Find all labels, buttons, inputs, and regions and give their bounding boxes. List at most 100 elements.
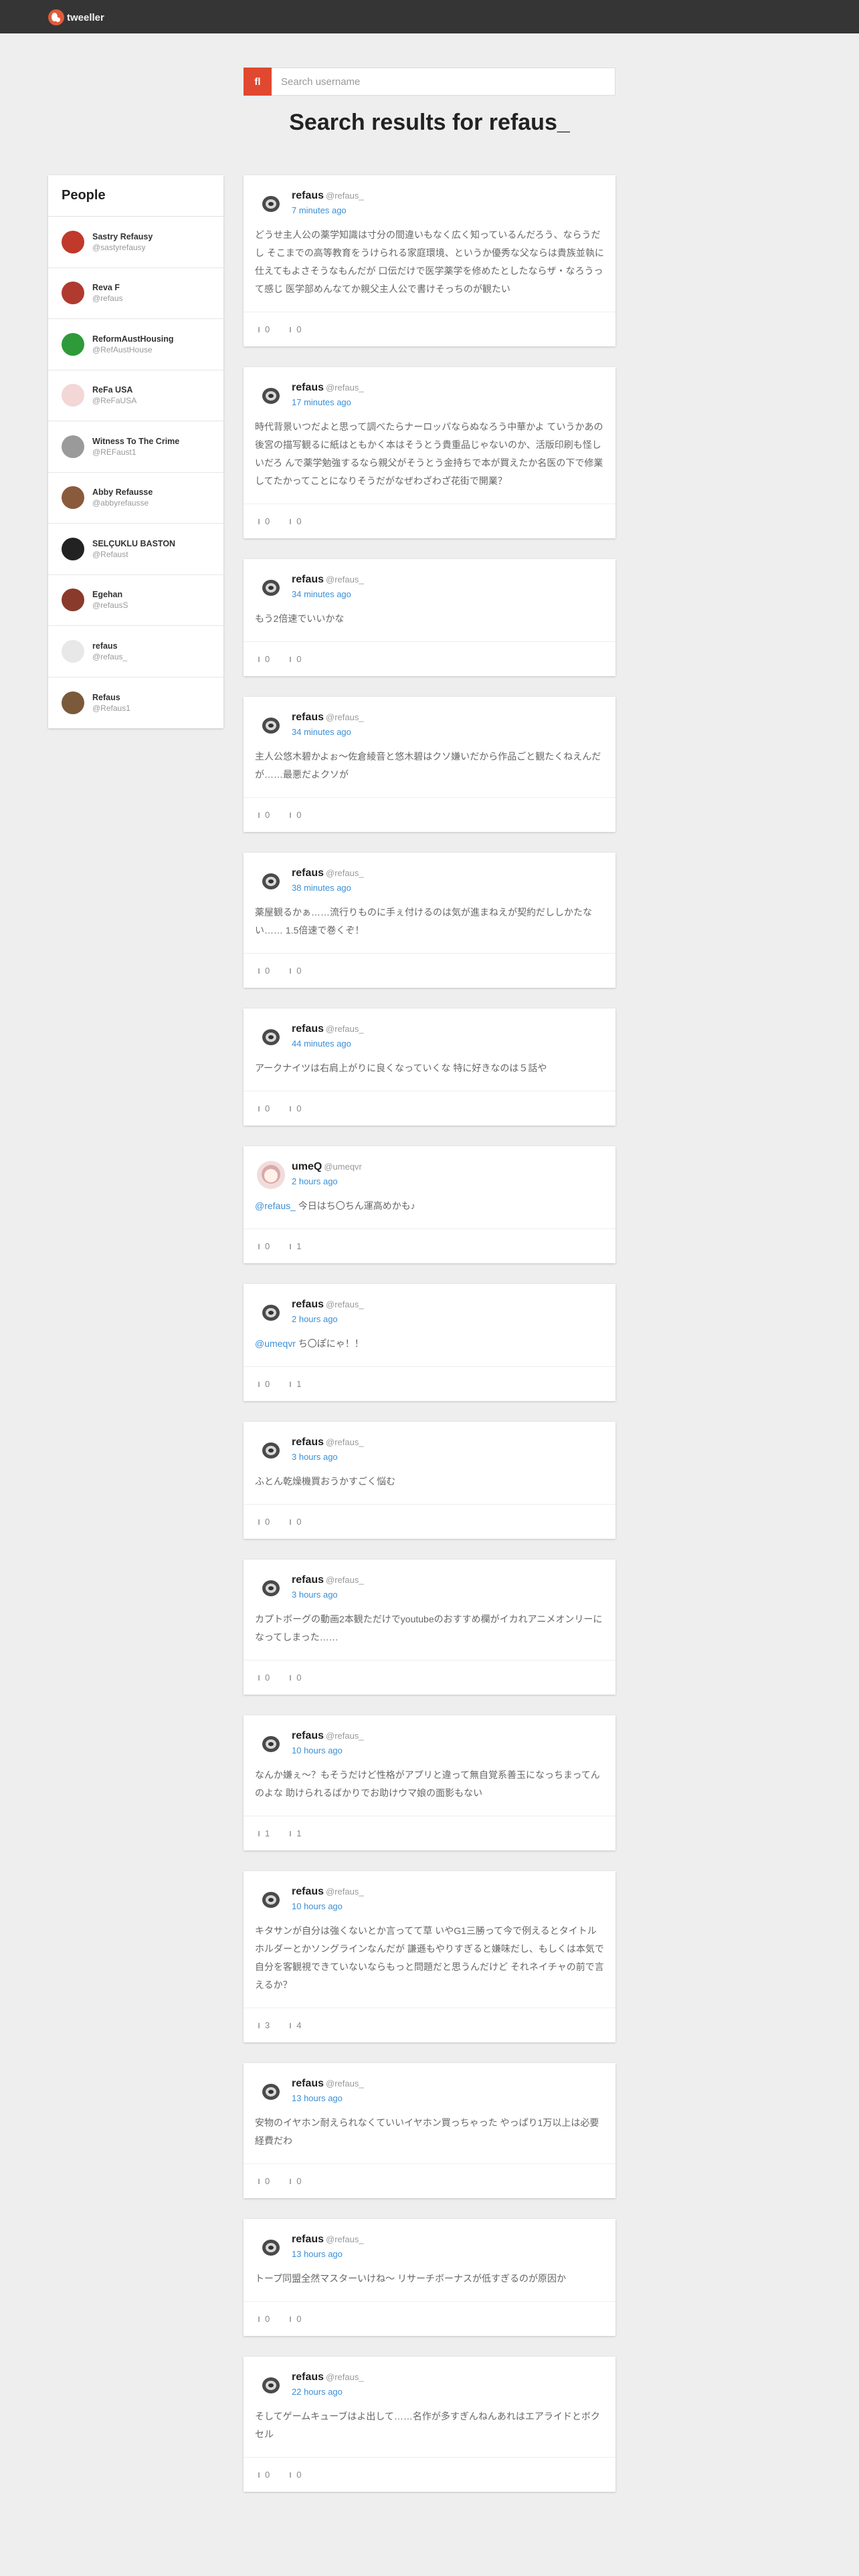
retweet-button[interactable]: 0 — [288, 516, 301, 526]
search-button[interactable]: fl — [244, 68, 272, 96]
post-timestamp[interactable]: 10 hours ago — [292, 1743, 364, 1758]
person-item[interactable]: Reva F @refaus — [48, 268, 223, 319]
like-button[interactable]: 0 — [257, 516, 270, 526]
person-item[interactable]: ReFa USA @ReFaUSA — [48, 370, 223, 421]
retweet-button[interactable]: 0 — [288, 324, 301, 334]
post-text: 主人公悠木碧かよぉ〜佐倉綾音と悠木碧はクソ嫌いだから作品ごと観たくねえんだが……… — [244, 740, 615, 797]
person-item[interactable]: Egehan @refausS — [48, 575, 223, 626]
post-author-name[interactable]: refaus — [292, 1023, 324, 1035]
retweet-button[interactable]: 0 — [288, 1673, 301, 1683]
post-author-name[interactable]: refaus — [292, 1436, 324, 1448]
person-item[interactable]: refaus @refaus_ — [48, 626, 223, 677]
retweet-button[interactable]: 0 — [288, 2470, 301, 2480]
person-item[interactable]: SELÇUKLU BASTON @Refaust — [48, 524, 223, 575]
like-button[interactable]: 1 — [257, 1828, 270, 1838]
like-button[interactable]: 0 — [257, 654, 270, 664]
avatar[interactable] — [257, 1161, 285, 1189]
retweet-button[interactable]: 4 — [288, 2020, 301, 2030]
person-item[interactable]: Sastry Refausy @sastyrefausy — [48, 217, 223, 268]
like-button[interactable]: 0 — [257, 1673, 270, 1683]
like-button[interactable]: 0 — [257, 324, 270, 334]
person-handle: @sastyrefausy — [92, 242, 146, 252]
avatar[interactable] — [257, 1730, 285, 1758]
post-timestamp[interactable]: 17 minutes ago — [292, 395, 364, 410]
like-button[interactable]: 0 — [257, 2314, 270, 2324]
search-input[interactable] — [272, 68, 615, 96]
post-author-name[interactable]: refaus — [292, 1886, 324, 1897]
like-button[interactable]: 0 — [257, 966, 270, 976]
retweet-button[interactable]: 1 — [288, 1379, 301, 1389]
post-author-name[interactable]: refaus — [292, 382, 324, 393]
post-timestamp[interactable]: 38 minutes ago — [292, 881, 364, 895]
avatar[interactable] — [257, 1023, 285, 1051]
post-author-name[interactable]: refaus — [292, 712, 324, 723]
post-timestamp[interactable]: 44 minutes ago — [292, 1037, 364, 1051]
person-item[interactable]: Abby Refausse @abbyrefausse — [48, 473, 223, 524]
post-author-name[interactable]: refaus — [292, 2234, 324, 2245]
avatar[interactable] — [257, 2078, 285, 2106]
avatar[interactable] — [257, 2371, 285, 2399]
like-button[interactable]: 0 — [257, 1241, 270, 1251]
post-timestamp[interactable]: 2 hours ago — [292, 1174, 362, 1189]
post-author-name[interactable]: refaus — [292, 1574, 324, 1586]
avatar[interactable] — [257, 1436, 285, 1465]
retweet-button[interactable]: 0 — [288, 966, 301, 976]
post-timestamp[interactable]: 10 hours ago — [292, 1899, 364, 1914]
post-timestamp[interactable]: 7 minutes ago — [292, 203, 364, 218]
retweet-icon — [288, 812, 292, 819]
post-author-name[interactable]: refaus — [292, 2078, 324, 2089]
post-author-name[interactable]: refaus — [292, 190, 324, 201]
post-timestamp[interactable]: 22 hours ago — [292, 2385, 364, 2399]
retweet-button[interactable]: 0 — [288, 2176, 301, 2186]
retweet-button[interactable]: 0 — [288, 1517, 301, 1527]
post-author-name[interactable]: refaus — [292, 1730, 324, 1741]
post-text-content: キタサンが自分は強くないとか言ってて草 いやG1三勝って今で例えるとタイトルホル… — [255, 1925, 604, 1990]
post-header: refaus @refaus_ 13 hours ago — [244, 2063, 615, 2106]
retweet-button[interactable]: 0 — [288, 810, 301, 820]
like-button[interactable]: 3 — [257, 2020, 270, 2030]
post-actions: 00 — [244, 312, 615, 346]
post-author-name[interactable]: umeQ — [292, 1161, 322, 1172]
like-button[interactable]: 0 — [257, 1103, 270, 1113]
post-header: refaus @refaus_ 34 minutes ago — [244, 559, 615, 602]
retweet-icon — [288, 326, 292, 333]
like-button[interactable]: 0 — [257, 1379, 270, 1389]
avatar[interactable] — [257, 574, 285, 602]
post-meta: refaus @refaus_ 38 minutes ago — [292, 866, 364, 895]
like-button[interactable]: 0 — [257, 2470, 270, 2480]
mention-link[interactable]: @refaus_ — [255, 1200, 296, 1211]
retweet-button[interactable]: 1 — [288, 1241, 301, 1251]
post-author-name[interactable]: refaus — [292, 1299, 324, 1310]
avatar[interactable] — [257, 382, 285, 410]
like-button[interactable]: 0 — [257, 1517, 270, 1527]
avatar[interactable] — [257, 1574, 285, 1602]
post-timestamp[interactable]: 34 minutes ago — [292, 587, 364, 602]
avatar[interactable] — [257, 1886, 285, 1914]
avatar[interactable] — [257, 712, 285, 740]
post-timestamp[interactable]: 2 hours ago — [292, 1312, 364, 1327]
brand[interactable]: tweeller — [48, 8, 104, 27]
post-author-name[interactable]: refaus — [292, 574, 324, 585]
post-timestamp[interactable]: 3 hours ago — [292, 1588, 364, 1602]
person-item[interactable]: Refaus @Refaus1 — [48, 677, 223, 729]
post-timestamp[interactable]: 13 hours ago — [292, 2247, 364, 2262]
person-item[interactable]: Witness To The Crime @REFaust1 — [48, 421, 223, 473]
avatar[interactable] — [257, 1299, 285, 1327]
post-timestamp[interactable]: 13 hours ago — [292, 2091, 364, 2106]
retweet-button[interactable]: 0 — [288, 2314, 301, 2324]
avatar[interactable] — [257, 2234, 285, 2262]
mention-link[interactable]: @umeqvr — [255, 1338, 296, 1349]
like-count: 0 — [265, 810, 270, 820]
post-timestamp[interactable]: 34 minutes ago — [292, 725, 364, 740]
retweet-button[interactable]: 1 — [288, 1828, 301, 1838]
retweet-button[interactable]: 0 — [288, 654, 301, 664]
like-button[interactable]: 0 — [257, 2176, 270, 2186]
avatar[interactable] — [257, 190, 285, 218]
post-timestamp[interactable]: 3 hours ago — [292, 1450, 364, 1465]
post-author-name[interactable]: refaus — [292, 2371, 324, 2383]
like-button[interactable]: 0 — [257, 810, 270, 820]
retweet-button[interactable]: 0 — [288, 1103, 301, 1113]
avatar[interactable] — [257, 867, 285, 895]
person-item[interactable]: ReformAustHousing @RefAustHouse — [48, 319, 223, 370]
post-author-name[interactable]: refaus — [292, 867, 324, 879]
